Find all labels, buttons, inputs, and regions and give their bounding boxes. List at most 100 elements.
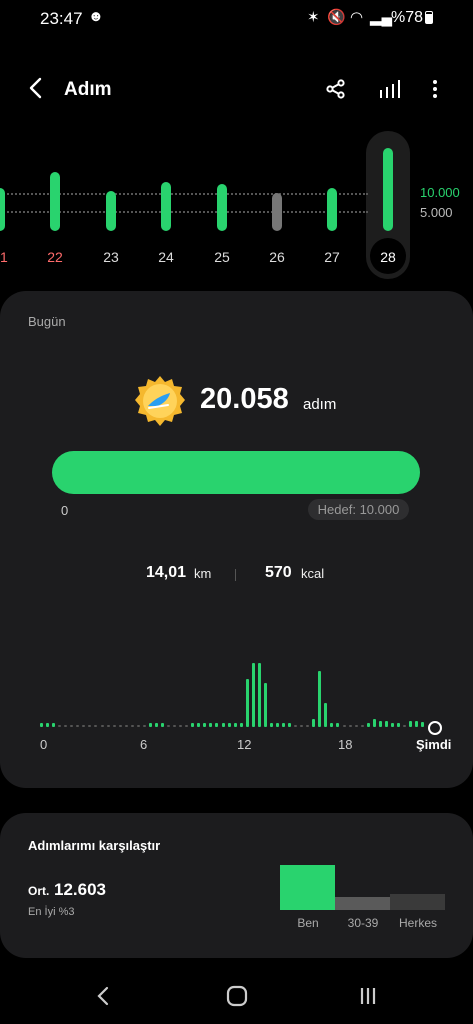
hourly-bar [209, 723, 213, 727]
week-day-label-23[interactable]: 23 [91, 249, 131, 265]
week-day-label-28[interactable]: 28 [368, 249, 408, 265]
week-bar-26[interactable] [272, 193, 282, 231]
signal-icon: ▂▄ [370, 9, 393, 26]
hourly-bar [257, 663, 261, 727]
hourly-bar [185, 724, 189, 727]
hour-label-6: 6 [140, 737, 148, 752]
compare-steps-card[interactable]: Adımlarımı karşılaştır Ort. 12.603 En İy… [0, 813, 473, 958]
week-bar-22[interactable] [50, 171, 60, 231]
calories-unit: kcal [301, 566, 325, 581]
compare-bar-Ben [280, 865, 335, 910]
week-bar-27[interactable] [327, 187, 337, 231]
hourly-bar [52, 723, 56, 727]
step-progress-bar [52, 451, 420, 494]
hourly-bar [288, 723, 292, 727]
hourly-bar [342, 724, 346, 727]
hour-label-now: Şimdi [416, 737, 452, 752]
week-day-label-26[interactable]: 26 [257, 249, 297, 265]
target-badge: Hedef: 10.000 [308, 499, 409, 520]
week-bar-23[interactable] [106, 190, 116, 231]
now-marker [428, 721, 442, 735]
back-icon[interactable] [94, 984, 114, 1008]
hourly-bar [263, 683, 267, 727]
step-unit: adım [303, 396, 337, 413]
hourly-bar [403, 724, 406, 727]
week-day-label-25[interactable]: 25 [202, 249, 242, 265]
hourly-bar [366, 723, 370, 727]
hourly-bar [239, 723, 243, 727]
compare-bar-Herkes [390, 894, 445, 910]
week-day-label-24[interactable]: 24 [146, 249, 186, 265]
hourly-bar [64, 724, 68, 727]
stats-divider [235, 569, 236, 581]
wifi-icon: ◠ [350, 9, 364, 26]
app-header: Adım [0, 66, 473, 116]
hourly-bar [179, 724, 183, 727]
share-button[interactable] [321, 74, 351, 104]
home-icon[interactable] [225, 984, 249, 1008]
hourly-bar [384, 720, 388, 727]
share-icon [326, 79, 345, 99]
hourly-bar [306, 724, 310, 727]
weekly-steps-chart[interactable]: 10.000 5.000 21 22 23 24 25 26 27 28 [0, 128, 473, 279]
compare-label-Herkes: Herkes [398, 916, 437, 930]
hourly-bar [88, 724, 92, 727]
hour-label-0: 0 [40, 737, 48, 752]
hourly-bar [154, 723, 158, 727]
week-bar-25[interactable] [217, 184, 227, 231]
hourly-bar [46, 723, 50, 727]
hourly-bar [390, 723, 394, 727]
hourly-bar [269, 723, 273, 727]
hourly-bar [142, 724, 146, 727]
bar-chart-icon [380, 80, 400, 98]
hourly-bar [409, 720, 413, 727]
today-card[interactable]: Bugün 20.058 adım 0 Hedef: 10.000 14,01 … [0, 291, 473, 788]
hourly-bar [161, 723, 164, 727]
week-bar-21[interactable] [0, 187, 5, 231]
week-day-label-22[interactable]: 22 [35, 249, 75, 265]
mute-icon: 🔇 [327, 9, 346, 26]
achievement-medal-icon [135, 376, 185, 426]
hourly-bar [112, 724, 116, 727]
compare-label-Ben: Ben [297, 916, 319, 930]
hourly-bar [227, 723, 231, 727]
hourly-bar [372, 719, 376, 727]
hourly-bar [415, 720, 419, 727]
hourly-bar [76, 724, 80, 727]
hourly-bar [336, 723, 340, 727]
compare-bar-30-39 [335, 896, 390, 910]
calories-value: 570 [265, 564, 292, 581]
hourly-bar [173, 724, 177, 727]
hourly-bar [148, 723, 152, 727]
average-label: Ort. [28, 884, 50, 898]
hourly-bar [330, 723, 334, 727]
hourly-bar [360, 724, 364, 727]
hourly-bar [94, 724, 98, 727]
hourly-bar [221, 723, 225, 727]
week-bar-28[interactable] [383, 148, 393, 231]
battery-percentage: %78 [390, 9, 423, 26]
more-vert-icon [433, 80, 437, 98]
more-options-button[interactable] [420, 74, 450, 104]
hourly-bar [300, 724, 304, 727]
person-icon: ☻ [88, 8, 104, 25]
week-bar-24[interactable] [161, 181, 171, 231]
hourly-bar [106, 724, 110, 727]
hourly-bar [197, 723, 201, 727]
hourly-bar [318, 671, 322, 727]
hourly-bar [136, 724, 140, 727]
trends-button[interactable] [375, 74, 405, 104]
compare-title: Adımlarımı karşılaştır [28, 838, 161, 853]
week-day-label-27[interactable]: 27 [312, 249, 352, 265]
hourly-bar [245, 679, 249, 727]
recents-icon[interactable] [356, 984, 380, 1008]
best-percent: En İyi %3 [28, 906, 75, 918]
back-arrow-icon[interactable] [22, 74, 50, 102]
hourly-bar [275, 723, 279, 727]
week-day-label-21[interactable]: 21 [0, 249, 20, 265]
hourly-bar [70, 724, 74, 727]
compare-label-30-39: 30-39 [347, 916, 379, 930]
status-bar: 23:47 ☻ ✶ 🔇 ◠ ▂▄ %78 [0, 0, 473, 38]
hour-label-18: 18 [338, 737, 353, 752]
hourly-steps-chart[interactable]: 0 6 12 18 Şimdi [0, 621, 473, 761]
